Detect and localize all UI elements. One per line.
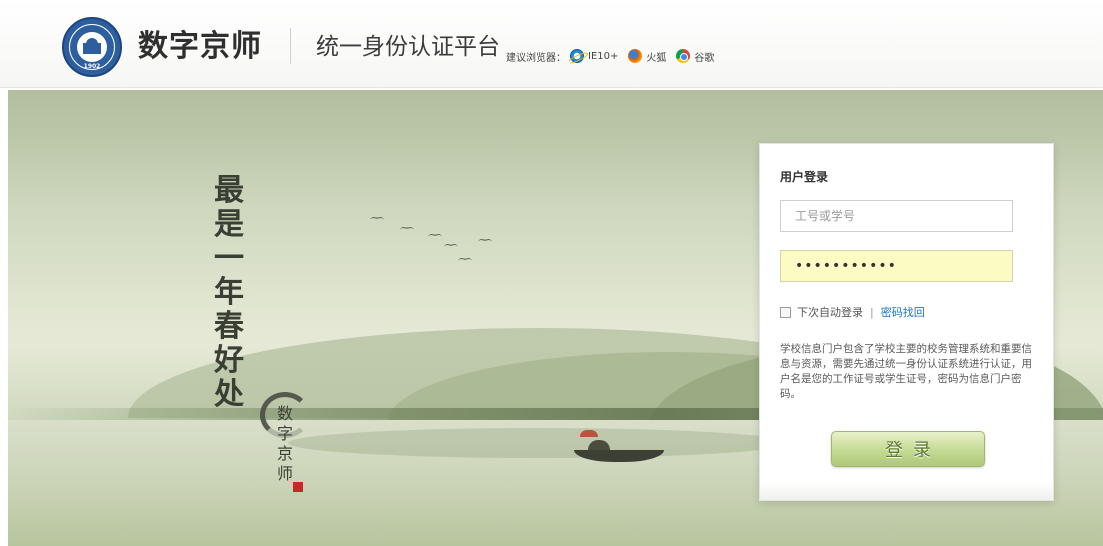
brand-title: 数字京师	[138, 29, 262, 64]
bird-icon	[428, 234, 442, 240]
browser-name-chrome: 谷歌	[694, 52, 715, 64]
login-panel: 用户登录 下次自动登录 | 密码找回 学校信息门户包含了学校主要的校务管理系统和…	[759, 143, 1054, 501]
remember-label[interactable]: 下次自动登录	[797, 304, 863, 320]
browser-hint-label: 建议浏览器：	[506, 52, 566, 64]
bird-icon	[458, 258, 472, 264]
header: 1902 数字京师 统一身份认证平台 建议浏览器： IE10+ 火狐 谷歌	[0, 0, 1103, 88]
remember-checkbox[interactable]	[780, 306, 791, 318]
browser-recommendation: 建议浏览器： IE10+ 火狐 谷歌	[506, 47, 724, 65]
password-input[interactable]	[780, 250, 1013, 282]
red-seal-stamp	[293, 482, 303, 492]
username-input[interactable]	[780, 200, 1013, 232]
browser-item-firefox: 火狐	[628, 49, 666, 64]
umbrella-icon	[580, 430, 598, 437]
firefox-icon	[628, 49, 643, 63]
bird-icon	[478, 239, 492, 245]
university-seal-logo: 1902	[62, 17, 122, 77]
ie-icon	[570, 49, 584, 63]
bird-icon	[370, 217, 384, 223]
forgot-password-link[interactable]: 密码找回	[881, 304, 925, 320]
bird-icon	[444, 244, 458, 250]
login-info-text: 学校信息门户包含了学校主要的校务管理系统和重要信息与资源，需要先通过统一身份认证…	[780, 343, 1032, 400]
platform-title: 统一身份认证平台	[316, 34, 500, 60]
login-title: 用户登录	[780, 170, 829, 184]
remember-row: 下次自动登录 | 密码找回	[780, 304, 925, 320]
browser-name-ie: IE10+	[588, 50, 619, 62]
browser-item-chrome: 谷歌	[676, 49, 714, 64]
calligraphy-signature: 数 字 京 师	[276, 404, 293, 483]
chrome-icon	[676, 49, 691, 63]
header-divider	[290, 28, 291, 64]
browser-name-firefox: 火狐	[646, 52, 667, 64]
separator: |	[870, 305, 874, 319]
login-button[interactable]: 登录	[831, 431, 985, 467]
bird-icon	[400, 227, 414, 233]
browser-item-ie: IE10+	[570, 49, 618, 63]
poem-vertical-text: 最 是 一 年 春 好 处	[214, 173, 244, 412]
